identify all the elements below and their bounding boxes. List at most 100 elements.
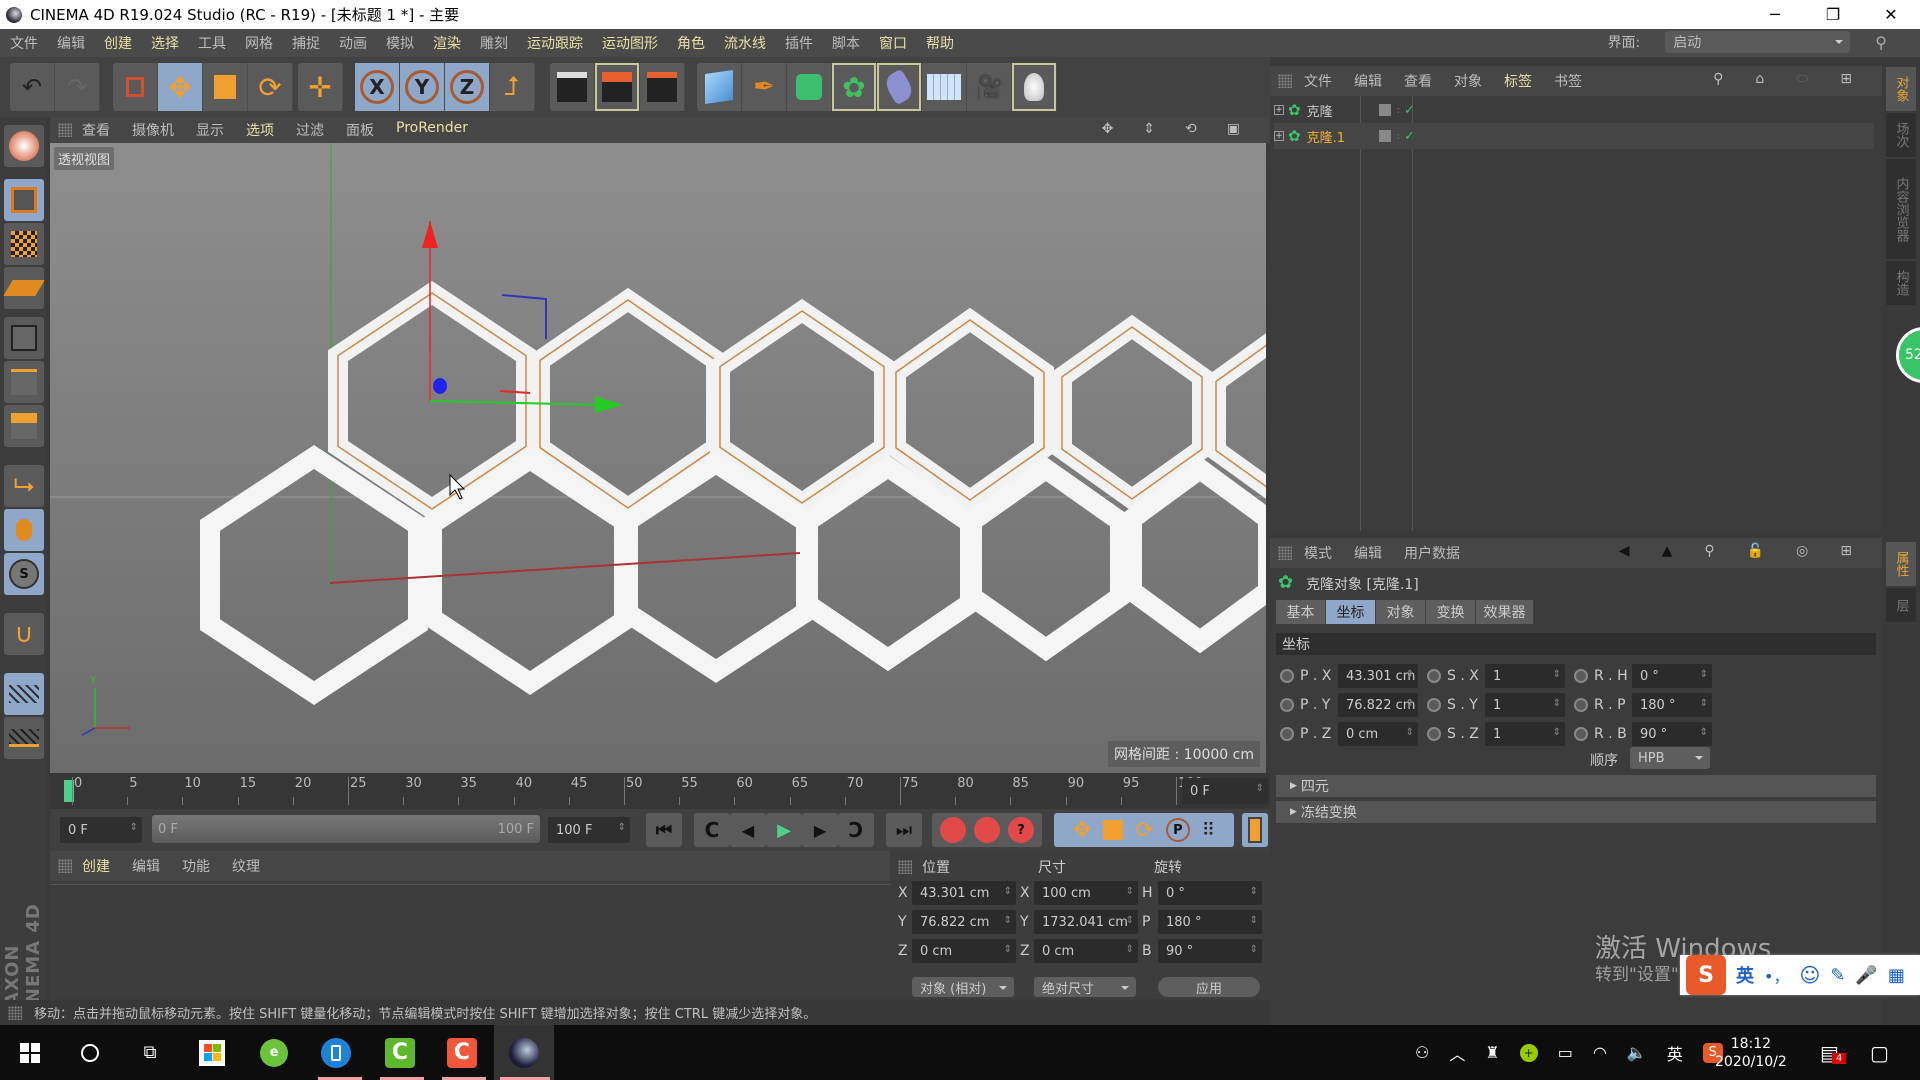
tag-display-icon[interactable] <box>1378 130 1391 142</box>
solo-button[interactable]: S <box>4 553 44 595</box>
camera-button[interactable]: 🎥 <box>967 63 1012 111</box>
light-button[interactable] <box>1012 63 1057 111</box>
live-selection-button[interactable] <box>113 63 158 111</box>
tab-takes[interactable]: 场次 <box>1886 113 1916 157</box>
cube-button[interactable] <box>697 63 742 111</box>
recent-tool-button[interactable]: ✛ <box>298 63 343 111</box>
tag-display-icon[interactable] <box>1378 104 1391 116</box>
viewport-menu-item[interactable]: 摄像机 <box>132 120 174 140</box>
rotation-order-dropdown[interactable]: HPB <box>1630 747 1710 769</box>
sogou-logo-icon[interactable]: S <box>1686 955 1726 995</box>
position-field[interactable]: 43.301 cm <box>1338 664 1418 688</box>
object-row-selected[interactable]: + ✿ 克隆.1 : ✓ <box>1274 123 1874 149</box>
menu-item[interactable]: 角色 <box>677 33 705 53</box>
close-button[interactable]: ✕ <box>1862 0 1920 29</box>
menu-item[interactable]: 工具 <box>198 33 226 53</box>
apply-button[interactable]: 应用 <box>1158 977 1260 997</box>
animate-radio[interactable] <box>1427 727 1441 741</box>
perspective-viewport[interactable]: Y 透视视图 网格间距 : 10000 cm <box>50 143 1266 773</box>
menu-item[interactable]: 插件 <box>785 33 813 53</box>
coordinate-mode-dropdown[interactable]: 对象 (相对) <box>912 977 1014 997</box>
search-icon[interactable]: ⚲ <box>1875 33 1887 52</box>
viewport-menu-item[interactable]: 查看 <box>82 120 110 140</box>
size-mode-dropdown[interactable]: 绝对尺寸 <box>1034 977 1136 997</box>
object-menu-item[interactable]: 查看 <box>1404 71 1432 91</box>
minimize-button[interactable]: ─ <box>1746 0 1804 29</box>
quaternion-section[interactable]: ▶ 四元 <box>1276 775 1876 797</box>
size-field[interactable]: 0 cm <box>1034 939 1138 963</box>
animate-radio[interactable] <box>1427 698 1441 712</box>
object-name[interactable]: 克隆 <box>1307 101 1367 120</box>
camtasia-red-app[interactable]: C <box>432 1025 492 1080</box>
size-field[interactable]: 1732.041 cm <box>1034 910 1138 934</box>
tray-app-icon[interactable]: ♜ <box>1485 1043 1499 1062</box>
menu-item[interactable]: 渲染 <box>433 33 461 53</box>
animate-radio[interactable] <box>1574 727 1588 741</box>
record-key-icon[interactable] <box>940 817 966 843</box>
grip-handle[interactable] <box>58 859 72 873</box>
position-field[interactable]: 0 cm <box>912 939 1016 963</box>
prev-frame-button[interactable]: ◀ <box>730 813 766 847</box>
attribute-tab[interactable]: 对象 <box>1376 600 1426 624</box>
grip-handle[interactable] <box>58 123 72 137</box>
emoji-icon[interactable]: ☺ <box>1799 963 1820 987</box>
home-icon[interactable]: ⌂ <box>1755 71 1764 87</box>
model-mode-button[interactable] <box>4 125 44 167</box>
move-tool-button[interactable]: ✥ <box>158 63 203 111</box>
menu-item[interactable]: 创建 <box>104 33 132 53</box>
notifications-button[interactable]: ▤ 4 <box>1820 1025 1847 1080</box>
zoom-icon[interactable]: ⇕ <box>1143 121 1155 137</box>
animate-radio[interactable] <box>1574 669 1588 683</box>
rotation-field[interactable]: 90 ° <box>1158 939 1262 963</box>
auto-key-icon[interactable] <box>974 817 1000 843</box>
show-hidden-icons-chevron[interactable]: ︿ <box>1449 1041 1465 1065</box>
search-button[interactable] <box>60 1025 120 1080</box>
workplane-mode-button[interactable] <box>3 267 45 309</box>
key-rotation-icon[interactable]: ⟳ <box>1135 818 1153 843</box>
next-frame-button[interactable]: ▶ <box>802 813 838 847</box>
timeline-ruler[interactable]: 0510152025303540455055606570758085909510… <box>50 773 1270 809</box>
menu-item[interactable]: 帮助 <box>926 33 954 53</box>
rotation-field[interactable]: 180 ° <box>1158 910 1262 934</box>
expand-icon[interactable]: + <box>1274 105 1284 115</box>
redo-button[interactable]: ↷ <box>55 63 100 111</box>
attribute-tab[interactable]: 基本 <box>1276 600 1326 624</box>
render-view-button[interactable] <box>550 63 595 111</box>
prev-key-button[interactable]: C <box>694 813 730 847</box>
new-window-icon[interactable]: ⊞ <box>1840 543 1852 559</box>
animate-radio[interactable] <box>1574 698 1588 712</box>
hide-icon[interactable]: ⬭ <box>1796 71 1808 87</box>
current-frame-field[interactable]: 0 F <box>1182 778 1268 804</box>
world-coordinates-button[interactable]: ⮥ <box>490 63 535 111</box>
scale-field[interactable]: 1 <box>1485 722 1565 746</box>
rotate-tool-button[interactable]: ⟳ <box>248 63 293 111</box>
viewport-menu-item[interactable]: 显示 <box>196 120 224 140</box>
tab-layers[interactable]: 层 <box>1886 588 1916 622</box>
floor-button[interactable] <box>922 63 967 111</box>
pan-icon[interactable]: ✥ <box>1102 121 1114 137</box>
tab-attributes[interactable]: 属性 <box>1886 542 1916 586</box>
polygons-mode-button[interactable] <box>4 405 44 447</box>
object-menu-item[interactable]: 标签 <box>1504 71 1532 91</box>
ime-language[interactable]: 英 <box>1736 962 1754 988</box>
grip-handle[interactable] <box>1278 546 1292 560</box>
attribute-tab[interactable]: 坐标 <box>1326 600 1376 624</box>
menu-edit[interactable]: 编辑 <box>1354 543 1382 563</box>
menu-item[interactable]: 运动跟踪 <box>527 33 583 53</box>
tab-structure[interactable]: 构造 <box>1886 261 1916 305</box>
menu-item[interactable]: 雕刻 <box>480 33 508 53</box>
menu-item[interactable]: 运动图形 <box>602 33 658 53</box>
viewport-menu-item[interactable]: 过滤 <box>296 120 324 140</box>
menu-item[interactable]: 编辑 <box>57 33 85 53</box>
input-language[interactable]: 英 <box>1667 1041 1683 1065</box>
attribute-tab[interactable]: 效果器 <box>1476 600 1534 624</box>
end-frame-field[interactable]: 100 F <box>548 817 630 843</box>
phone-app[interactable] <box>306 1025 366 1080</box>
back-arrow-icon[interactable]: ◀ <box>1619 543 1630 559</box>
object-menu-item[interactable]: 编辑 <box>1354 71 1382 91</box>
menu-user-data[interactable]: 用户数据 <box>1404 543 1460 563</box>
wifi-icon[interactable]: ◠ <box>1593 1043 1607 1062</box>
scale-field[interactable]: 1 <box>1485 693 1565 717</box>
menu-create[interactable]: 创建 <box>82 856 110 876</box>
lock-icon[interactable]: 🔓 <box>1747 543 1764 559</box>
